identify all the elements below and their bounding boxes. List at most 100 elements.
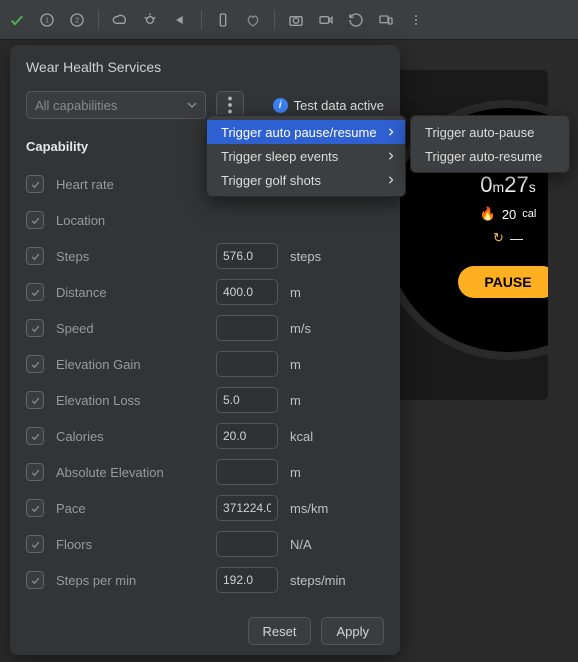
- capability-checkbox[interactable]: [26, 211, 44, 229]
- menu-label: Trigger auto pause/resume: [221, 125, 377, 140]
- capability-unit: m: [290, 465, 301, 480]
- devices-icon[interactable]: [377, 11, 395, 29]
- submenu: Trigger auto-pause Trigger auto-resume: [410, 115, 570, 173]
- capability-unit: m: [290, 393, 301, 408]
- heart-icon[interactable]: [244, 11, 262, 29]
- separator: [274, 10, 275, 30]
- watch-time: 0m27s: [480, 172, 535, 198]
- capability-row: Steps steps: [26, 238, 384, 274]
- submenu-auto-pause[interactable]: Trigger auto-pause: [411, 120, 569, 144]
- capability-row: Pace ms/km: [26, 490, 384, 526]
- capability-label: Elevation Loss: [56, 393, 216, 408]
- submenu-auto-resume[interactable]: Trigger auto-resume: [411, 144, 569, 168]
- svg-text:1: 1: [45, 15, 49, 24]
- capability-unit: steps/min: [290, 573, 346, 588]
- capability-input[interactable]: [216, 243, 278, 269]
- capability-unit: m: [290, 285, 301, 300]
- capability-checkbox[interactable]: [26, 571, 44, 589]
- separator: [98, 10, 99, 30]
- capability-row: Distance m: [26, 274, 384, 310]
- submenu-label: Trigger auto-resume: [425, 149, 542, 164]
- capability-label: Steps per min: [56, 573, 216, 588]
- apply-button[interactable]: Apply: [321, 617, 384, 645]
- capability-label: Steps: [56, 249, 216, 264]
- capability-row: Calorieskcal: [26, 418, 384, 454]
- capability-checkbox[interactable]: [26, 319, 44, 337]
- capability-row: Elevation Loss m: [26, 382, 384, 418]
- submenu-label: Trigger auto-pause: [425, 125, 534, 140]
- chevron-down-icon: [187, 100, 197, 110]
- capability-checkbox[interactable]: [26, 247, 44, 265]
- more-vertical-icon[interactable]: [407, 11, 425, 29]
- capability-label: Pace: [56, 501, 216, 516]
- capability-row: Location: [26, 202, 384, 238]
- svg-text:2: 2: [75, 15, 79, 24]
- capability-label: Elevation Gain: [56, 357, 216, 372]
- chevron-right-icon: [387, 176, 395, 184]
- capability-input[interactable]: [216, 351, 278, 377]
- capability-checkbox[interactable]: [26, 535, 44, 553]
- capability-checkbox[interactable]: [26, 427, 44, 445]
- menu-sleep-events[interactable]: Trigger sleep events: [207, 144, 405, 168]
- more-menu: Trigger auto pause/resume Trigger sleep …: [206, 115, 406, 197]
- capability-input[interactable]: [216, 315, 278, 341]
- watch-pause-button[interactable]: PAUSE: [458, 266, 548, 298]
- watch-m-unit: m: [493, 179, 505, 195]
- capability-input[interactable]: [216, 495, 278, 521]
- capability-label: Distance: [56, 285, 216, 300]
- capability-input[interactable]: [216, 567, 278, 593]
- watch-cal-row: 🔥 20 cal: [480, 206, 537, 222]
- triangle-icon[interactable]: [171, 11, 189, 29]
- capability-input[interactable]: [216, 531, 278, 557]
- status: i Test data active: [273, 98, 384, 113]
- capability-checkbox[interactable]: [26, 499, 44, 517]
- capability-input[interactable]: [216, 279, 278, 305]
- capability-input[interactable]: [216, 423, 278, 449]
- combo-label: All capabilities: [35, 98, 117, 113]
- phone-icon[interactable]: [214, 11, 232, 29]
- capability-label: Calories: [56, 429, 216, 444]
- menu-label: Trigger sleep events: [221, 149, 338, 164]
- capability-row: Elevation Gain m: [26, 346, 384, 382]
- capability-row: Absolute Elevation m: [26, 454, 384, 490]
- chevron-right-icon: [387, 128, 395, 136]
- menu-golf-shots[interactable]: Trigger golf shots: [207, 168, 405, 192]
- capability-checkbox[interactable]: [26, 391, 44, 409]
- capability-checkbox[interactable]: [26, 355, 44, 373]
- capability-unit: m: [290, 357, 301, 372]
- watch-seconds: 27: [504, 172, 528, 197]
- history-icon[interactable]: [347, 11, 365, 29]
- capability-unit: ms/km: [290, 501, 328, 516]
- capability-input[interactable]: [216, 387, 278, 413]
- capability-input[interactable]: [216, 459, 278, 485]
- capability-unit: N/A: [290, 537, 312, 552]
- capability-checkbox[interactable]: [26, 463, 44, 481]
- rotate-icon: ↻: [493, 230, 504, 246]
- capability-label: Heart rate: [56, 177, 216, 192]
- camera-icon[interactable]: [287, 11, 305, 29]
- checkmark-icon: [8, 11, 26, 29]
- bug-icon[interactable]: [141, 11, 159, 29]
- capability-row: FloorsN/A: [26, 526, 384, 562]
- capability-unit: m/s: [290, 321, 311, 336]
- capabilities-combo[interactable]: All capabilities: [26, 91, 206, 119]
- cloud-icon[interactable]: [111, 11, 129, 29]
- status-text: Test data active: [294, 98, 384, 113]
- capability-checkbox[interactable]: [26, 175, 44, 193]
- clock1-icon[interactable]: 1: [38, 11, 56, 29]
- reset-button[interactable]: Reset: [248, 617, 312, 645]
- capability-checkbox[interactable]: [26, 283, 44, 301]
- capability-label: Absolute Elevation: [56, 465, 216, 480]
- menu-auto-pause-resume[interactable]: Trigger auto pause/resume: [207, 120, 405, 144]
- video-icon[interactable]: [317, 11, 335, 29]
- capability-list: Heart ratebpmLocationStepsstepsDistancem…: [26, 166, 384, 598]
- top-toolbar: 1 2: [0, 0, 578, 40]
- footer-buttons: Reset Apply: [248, 617, 385, 645]
- separator: [201, 10, 202, 30]
- panel-title: Wear Health Services: [26, 59, 384, 75]
- capability-unit: steps: [290, 249, 321, 264]
- clock2-icon[interactable]: 2: [68, 11, 86, 29]
- menu-label: Trigger golf shots: [221, 173, 321, 188]
- capability-label: Location: [56, 213, 216, 228]
- watch-cal-unit: cal: [522, 208, 536, 220]
